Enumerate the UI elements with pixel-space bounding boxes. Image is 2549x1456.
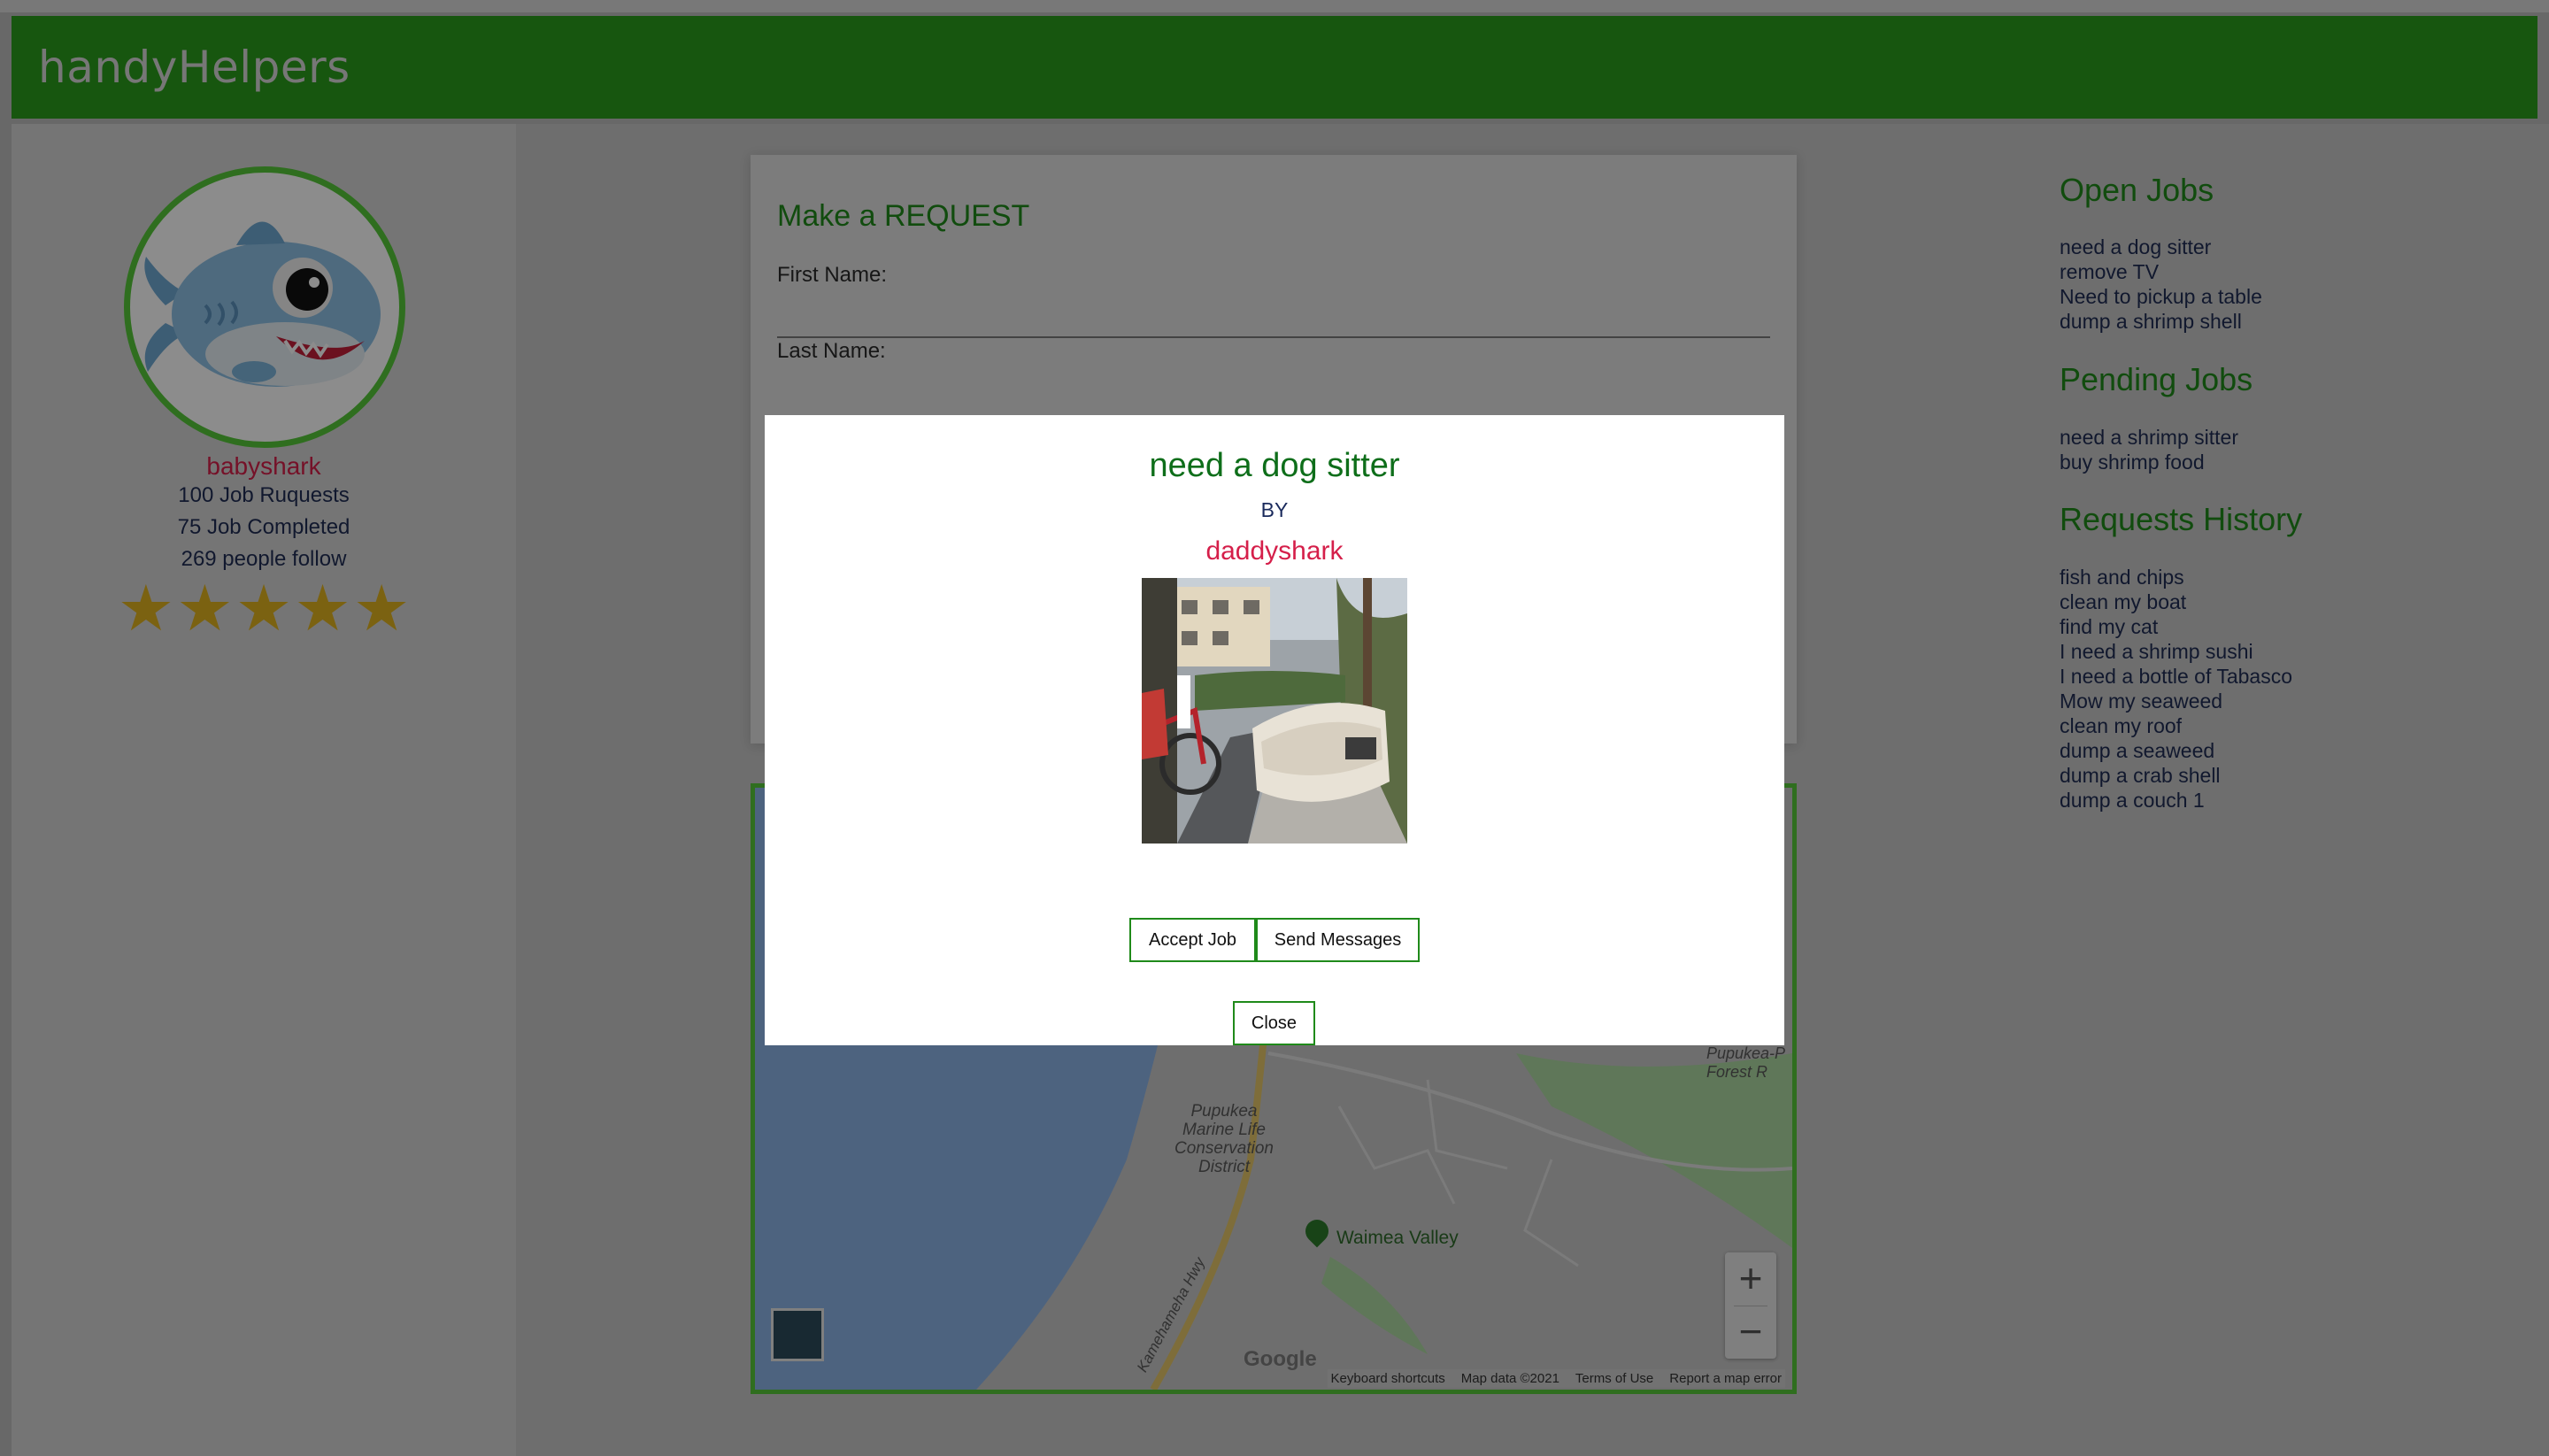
modal-job-title: need a dog sitter xyxy=(1149,447,1400,484)
send-messages-button[interactable]: Send Messages xyxy=(1256,918,1420,962)
modal-by-label: BY xyxy=(1260,498,1289,521)
job-detail-modal: need a dog sitter BY daddyshark Accept J… xyxy=(765,415,1784,1045)
job-photo xyxy=(1142,578,1407,844)
close-button[interactable]: Close xyxy=(1233,1001,1315,1045)
accept-job-button[interactable]: Accept Job xyxy=(1129,918,1256,962)
modal-author-name[interactable]: daddyshark xyxy=(765,536,1784,566)
couch-street-photo xyxy=(1142,578,1407,844)
